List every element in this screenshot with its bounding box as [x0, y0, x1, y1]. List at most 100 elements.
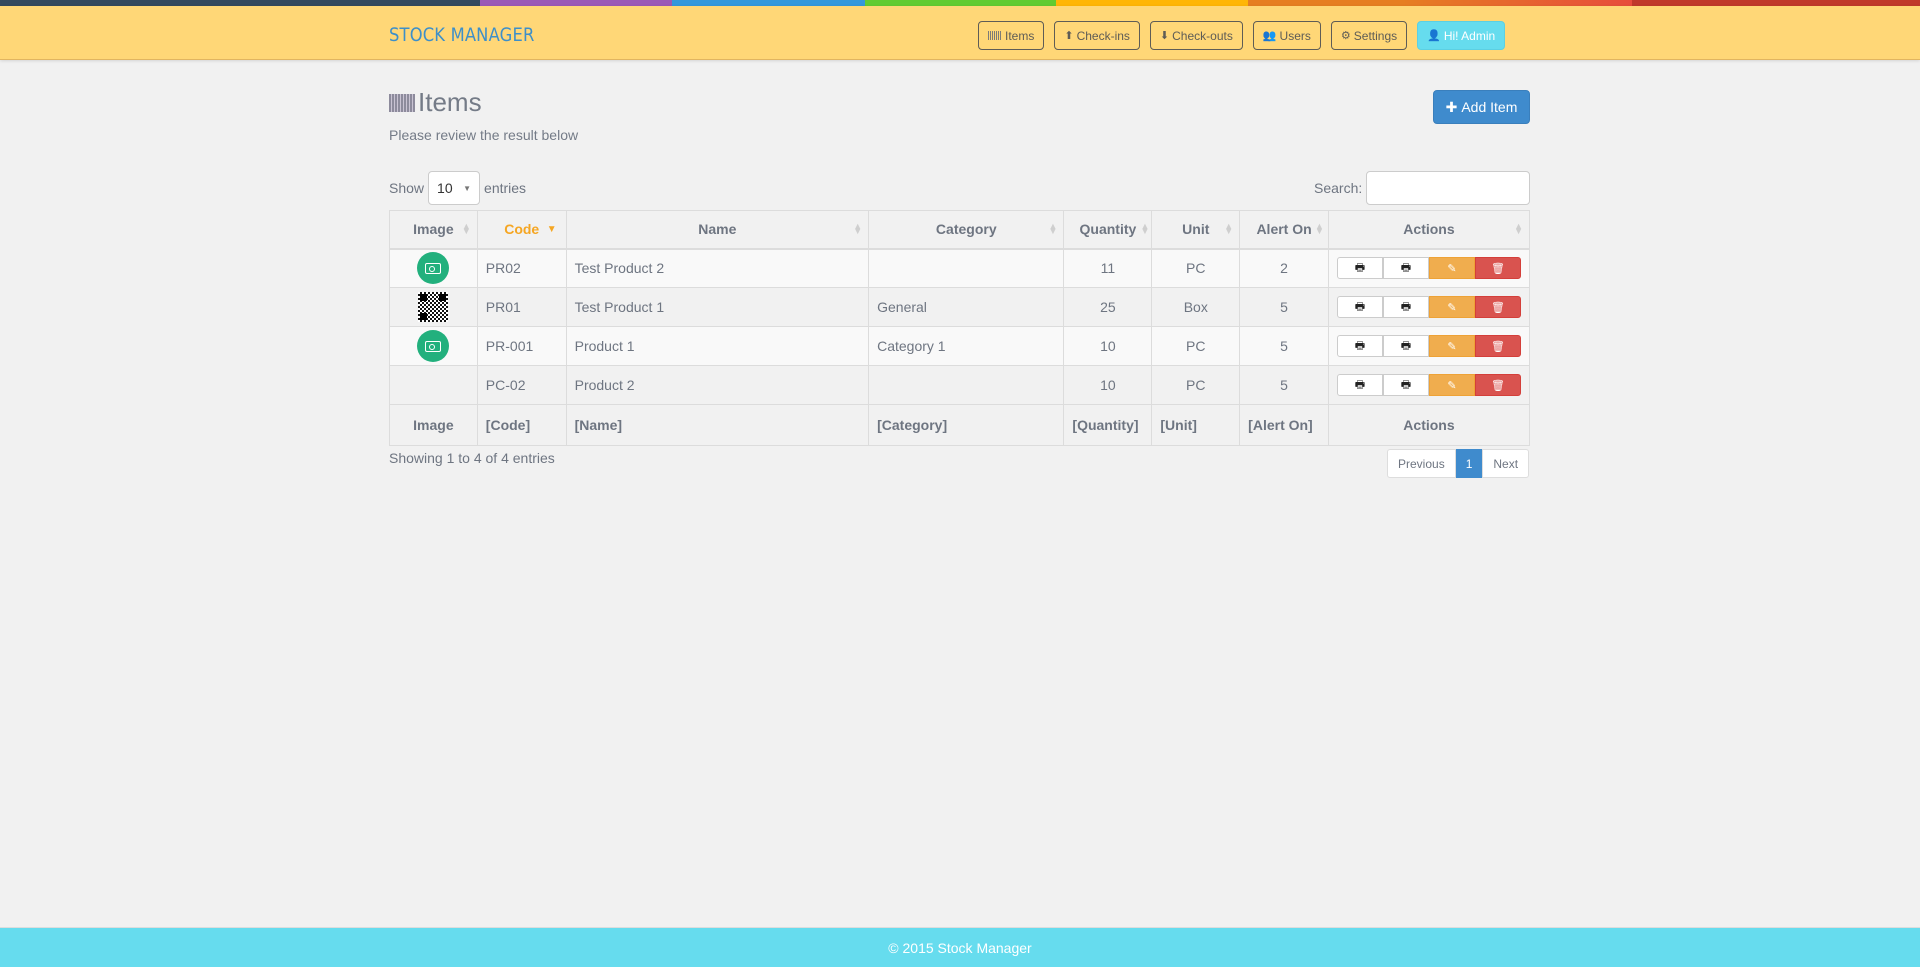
search-control: Search:	[1314, 171, 1531, 205]
items-table: Image ▲ ▼ Code ▼ Name ▲ ▼ Category ▲ ▼ Quantity…	[389, 210, 1531, 446]
edit-button[interactable]: ✎	[1428, 335, 1475, 357]
cell-quantity: 10	[1063, 326, 1153, 366]
footer: © 2015 Stock Manager	[0, 927, 1920, 967]
qr-code-image	[418, 292, 449, 322]
delete-button[interactable]: 🗑	[1474, 374, 1521, 396]
brand-logo[interactable]: STOCK MANAGER	[389, 24, 535, 46]
nav-checkouts-label: Check-outs	[1172, 28, 1233, 43]
sort-desc-icon: ▼	[546, 224, 557, 235]
cell-unit: PC	[1151, 365, 1241, 405]
table-header-row: Image ▲ ▼ Code ▼ Name ▲ ▼ Category ▲ ▼ Quantity…	[389, 210, 1531, 250]
cell-image	[389, 365, 478, 405]
table-row: PR01 Test Product 1 General 25 Box 5 🖶 🖶…	[389, 287, 1531, 327]
footer-quantity-filter[interactable]: [Quantity]	[1063, 404, 1153, 446]
cell-alert-on: 5	[1239, 326, 1329, 366]
nav-settings-button[interactable]: ⚙ Settings	[1330, 21, 1408, 50]
navbar: STOCK MANAGER Items ⬆ Check-ins ⬇ Check-…	[0, 6, 1920, 60]
edit-button[interactable]: ✎	[1428, 257, 1475, 280]
arrow-circle-up-icon: ⬆	[1064, 30, 1074, 42]
print-barcode-button[interactable]: 🖶	[1336, 296, 1383, 318]
column-header-name[interactable]: Name ▲ ▼	[565, 210, 870, 250]
delete-button[interactable]: 🗑	[1474, 257, 1521, 280]
camera-icon	[417, 252, 450, 285]
cell-quantity: 10	[1063, 365, 1153, 405]
cell-actions: 🖶 🖶 ✎ 🗑	[1327, 365, 1531, 405]
footer-unit-filter[interactable]: [Unit]	[1151, 404, 1241, 446]
user-menu-button[interactable]: 👤 Hi! Admin	[1417, 21, 1506, 50]
cell-code: PR-001	[476, 326, 567, 366]
edit-button[interactable]: ✎	[1428, 296, 1475, 318]
barcode-icon	[988, 31, 1002, 40]
pagination: Previous 1 Next	[1387, 449, 1530, 478]
cell-quantity: 25	[1063, 287, 1153, 327]
copyright-text: © 2015 Stock Manager	[888, 939, 1032, 956]
users-icon: 👥	[1262, 30, 1277, 42]
cell-alert-on: 5	[1239, 365, 1329, 405]
page-length-select[interactable]: 10 ▼	[428, 171, 481, 205]
sort-icon: ▲ ▼	[853, 221, 863, 236]
column-header-image[interactable]: Image ▲ ▼	[389, 210, 478, 250]
cell-actions: 🖶 🖶 ✎ 🗑	[1327, 287, 1531, 327]
footer-category-filter[interactable]: [Category]	[868, 404, 1065, 446]
search-label: Search:	[1314, 180, 1363, 196]
delete-button[interactable]: 🗑	[1474, 335, 1521, 357]
next-page-button[interactable]: Next	[1482, 449, 1530, 478]
nav-checkins-button[interactable]: ⬆ Check-ins	[1054, 21, 1140, 50]
print-barcode-button[interactable]: 🖶	[1336, 374, 1383, 396]
footer-code-filter[interactable]: [Code]	[476, 404, 567, 446]
cell-image	[389, 287, 478, 327]
cell-actions: 🖶 🖶 ✎ 🗑	[1327, 248, 1531, 288]
delete-button[interactable]: 🗑	[1474, 296, 1521, 318]
footer-image: Image	[389, 404, 478, 446]
nav-items-label: Items	[1005, 28, 1035, 43]
edit-button[interactable]: ✎	[1428, 374, 1475, 396]
cell-category	[868, 248, 1065, 288]
nav-checkouts-button[interactable]: ⬇ Check-outs	[1149, 21, 1243, 50]
cell-alert-on: 5	[1239, 287, 1329, 327]
page-1-button[interactable]: 1	[1455, 449, 1483, 478]
footer-alert-on-filter[interactable]: [Alert On]	[1239, 404, 1329, 446]
nav-users-button[interactable]: 👥 Users	[1252, 21, 1321, 50]
user-menu-label: Hi! Admin	[1443, 28, 1496, 43]
nav-settings-label: Settings	[1353, 28, 1398, 43]
nav-items-button[interactable]: Items	[978, 21, 1045, 50]
print-barcode-button[interactable]: 🖶	[1336, 257, 1383, 280]
nav-checkins-label: Check-ins	[1076, 28, 1130, 43]
cell-code: PR02	[476, 248, 567, 288]
cell-unit: Box	[1151, 287, 1241, 327]
print-label-button[interactable]: 🖶	[1382, 374, 1429, 396]
footer-name-filter[interactable]: [Name]	[565, 404, 870, 446]
column-header-quantity[interactable]: Quantity ▲ ▼	[1063, 210, 1153, 250]
cell-name: Product 2	[565, 365, 870, 405]
table-row: PR02 Test Product 2 11 PC 2 🖶 🖶 ✎ 🗑	[389, 248, 1531, 288]
sort-icon: ▲ ▼	[1315, 221, 1324, 236]
cell-name: Product 1	[565, 326, 870, 366]
print-label-button[interactable]: 🖶	[1382, 335, 1429, 357]
print-label-button[interactable]: 🖶	[1382, 257, 1429, 280]
cell-category: Category 1	[868, 326, 1065, 366]
column-header-code[interactable]: Code ▼	[476, 210, 567, 250]
column-header-unit[interactable]: Unit ▲ ▼	[1151, 210, 1241, 250]
print-barcode-button[interactable]: 🖶	[1336, 335, 1383, 357]
column-header-actions[interactable]: Actions ▲ ▼	[1327, 210, 1531, 250]
cell-unit: PC	[1151, 248, 1241, 288]
cell-actions: 🖶 🖶 ✎ 🗑	[1327, 326, 1531, 366]
cell-alert-on: 2	[1239, 248, 1329, 288]
page-subtitle: Please review the result below	[389, 127, 579, 143]
previous-page-button[interactable]: Previous	[1387, 449, 1456, 478]
cell-quantity: 11	[1063, 248, 1153, 288]
column-header-category[interactable]: Category ▲ ▼	[868, 210, 1065, 250]
entries-label: entries	[484, 180, 527, 196]
page-title: Items	[389, 87, 482, 118]
add-item-button[interactable]: ✚ Add Item	[1433, 90, 1530, 124]
table-info: Showing 1 to 4 of 4 entries	[389, 450, 555, 466]
search-input[interactable]	[1366, 171, 1531, 205]
table-row: PC-02 Product 2 10 PC 5 🖶 🖶 ✎ 🗑	[389, 365, 1531, 405]
column-header-alert-on[interactable]: Alert On ▲ ▼	[1239, 210, 1329, 250]
print-label-button[interactable]: 🖶	[1382, 296, 1429, 318]
nav-users-label: Users	[1279, 28, 1311, 43]
plus-icon: ✚	[1445, 98, 1458, 115]
footer-actions: Actions	[1327, 404, 1531, 446]
page-length-control: Show 10 ▼ entries	[389, 171, 526, 205]
show-label: Show	[389, 180, 425, 196]
